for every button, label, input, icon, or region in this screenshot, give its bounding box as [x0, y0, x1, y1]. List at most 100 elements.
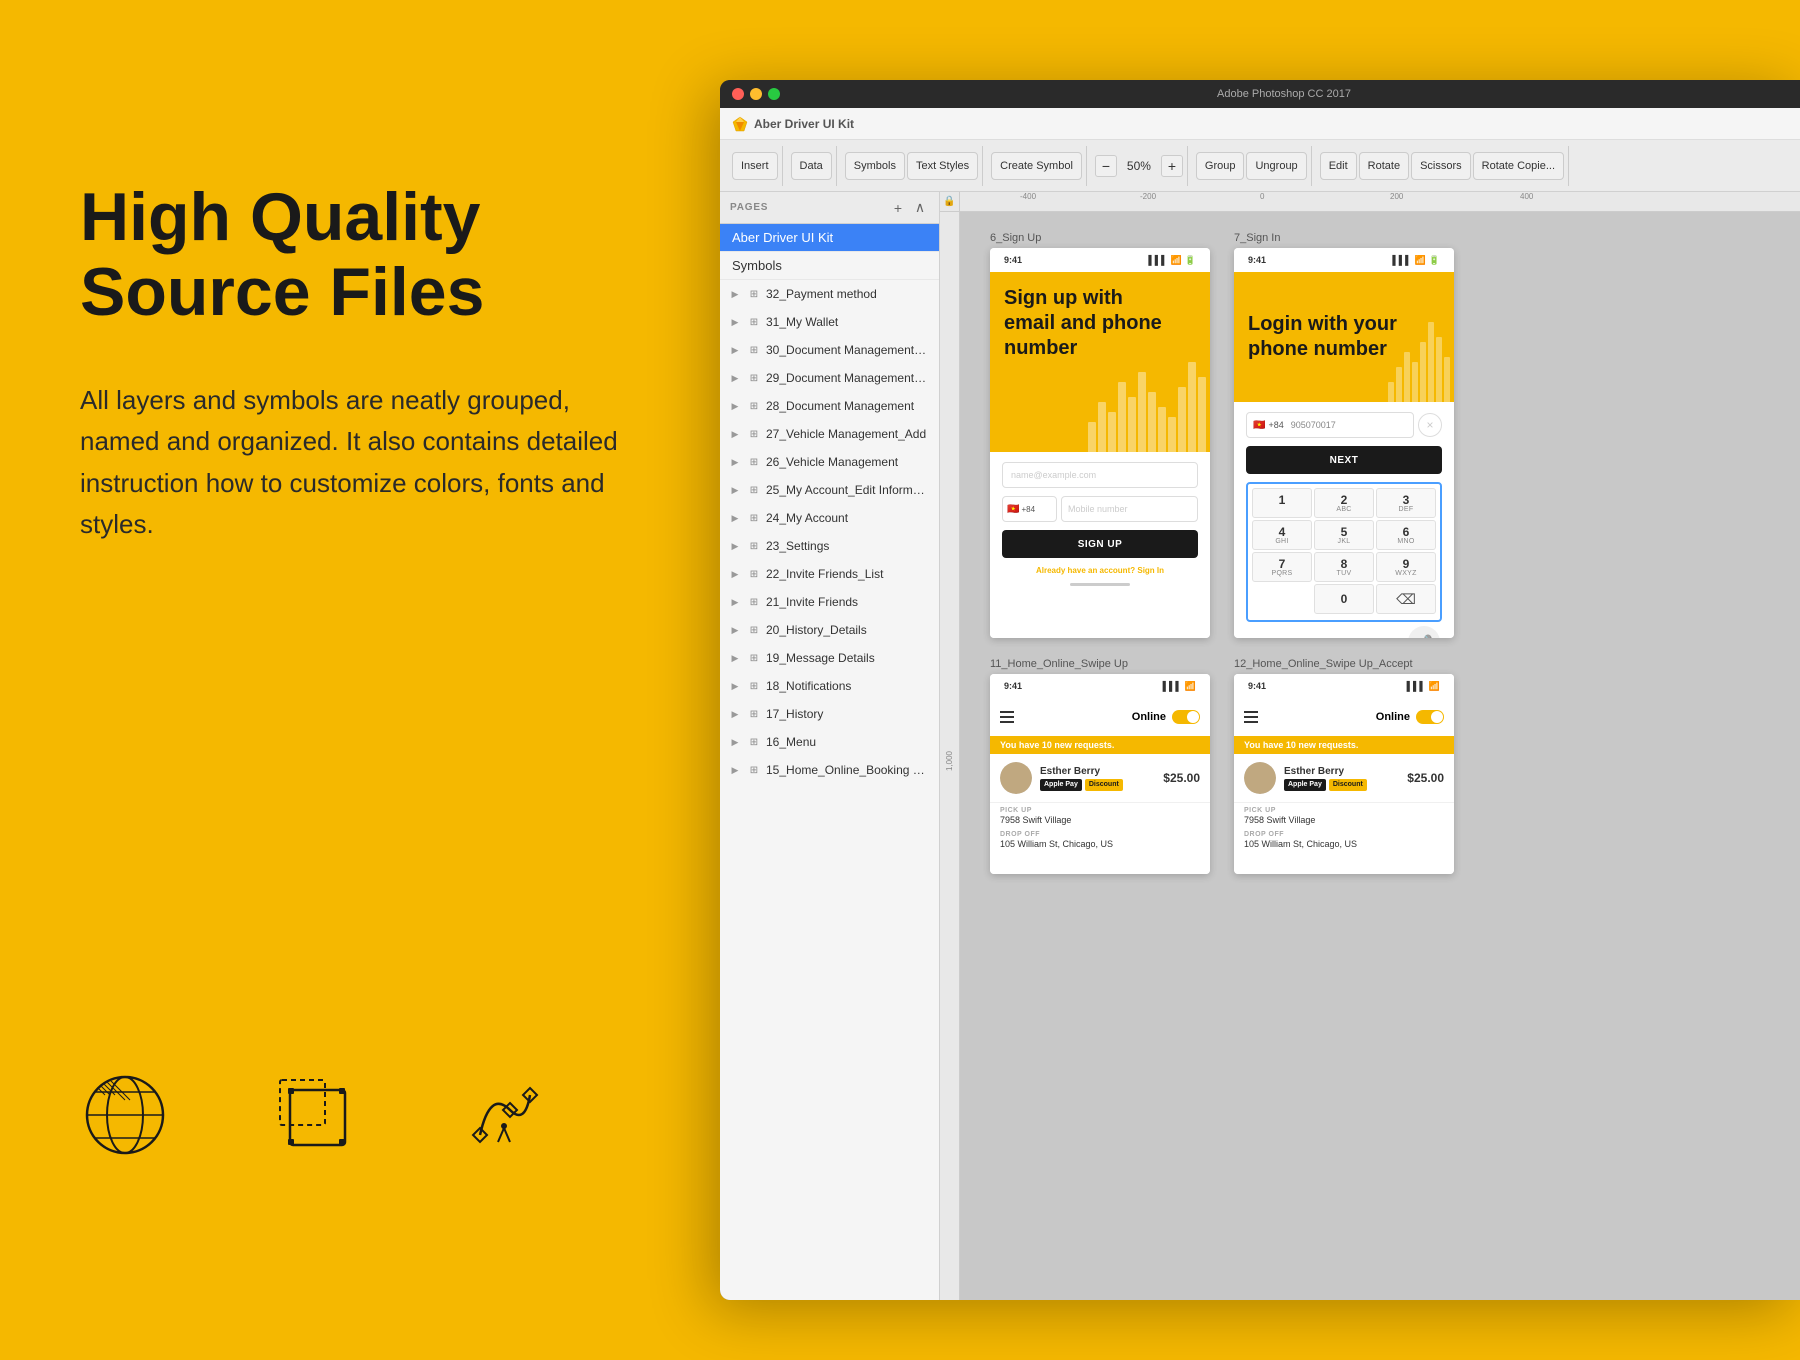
artboard-label-login: 7_Sign In	[1234, 232, 1454, 244]
rider-name: Esther Berry	[1040, 766, 1155, 777]
login-hero: Login with yourphone number	[1234, 272, 1454, 402]
layer-21[interactable]: ▶ ⊞ 21_Invite Friends	[720, 588, 939, 616]
toolbar-zoom-group: − 50% +	[1091, 146, 1188, 186]
key-backspace[interactable]: ⌫	[1376, 584, 1436, 614]
expand-icon: ▶	[728, 371, 742, 385]
battery-icon: 🔋	[1185, 255, 1196, 266]
close-button[interactable]	[732, 88, 744, 100]
signin-link-text[interactable]: Sign In	[1137, 566, 1164, 575]
layer-28[interactable]: ▶ ⊞ 28_Document Management	[720, 392, 939, 420]
key-0[interactable]: 0	[1314, 584, 1374, 614]
rotate-copies-button[interactable]: Rotate Copie...	[1473, 152, 1564, 180]
scissors-button[interactable]: Scissors	[1411, 152, 1471, 180]
expand-icon: ▶	[728, 287, 742, 301]
bar	[1198, 377, 1206, 452]
layer-32[interactable]: ▶ ⊞ 32_Payment method	[720, 280, 939, 308]
key-4[interactable]: 4 GHI	[1252, 520, 1312, 550]
layer-19[interactable]: ▶ ⊞ 19_Message Details	[720, 644, 939, 672]
layer-18[interactable]: ▶ ⊞ 18_Notifications	[720, 672, 939, 700]
collapse-pages-button[interactable]: ∧	[911, 199, 929, 217]
key-9[interactable]: 9 WXYZ	[1376, 552, 1436, 582]
clear-button[interactable]: ×	[1418, 413, 1442, 437]
layer-30[interactable]: ▶ ⊞ 30_Document Management_Add a...	[720, 336, 939, 364]
create-symbol-button[interactable]: Create Symbol	[991, 152, 1082, 180]
home1-artboard: 9:41 ▌▌▌ 📶	[990, 674, 1210, 874]
key-alpha: PQRS	[1271, 570, 1292, 577]
expand-icon: ▶	[728, 315, 742, 329]
data-button[interactable]: Data	[791, 152, 832, 180]
toolbar-symbols-group: Symbols Text Styles	[841, 146, 983, 186]
text-styles-button[interactable]: Text Styles	[907, 152, 978, 180]
page-item-aber-driver[interactable]: Aber Driver UI Kit	[720, 224, 939, 252]
layer-type-icon: ⊞	[746, 706, 762, 722]
edit-button[interactable]: Edit	[1320, 152, 1357, 180]
email-input[interactable]: name@example.com	[1002, 462, 1198, 488]
insert-button[interactable]: Insert	[732, 152, 778, 180]
signal-icon: ▌▌▌	[1407, 681, 1426, 691]
bar	[1436, 337, 1442, 402]
key-3[interactable]: 3 DEF	[1376, 488, 1436, 518]
bar	[1098, 402, 1106, 452]
group-button[interactable]: Group	[1196, 152, 1245, 180]
online-toggle[interactable]	[1172, 710, 1200, 724]
layer-25[interactable]: ▶ ⊞ 25_My Account_Edit Information	[720, 476, 939, 504]
layer-20[interactable]: ▶ ⊞ 20_History_Details	[720, 616, 939, 644]
phone-input-login[interactable]: 🇻🇳 +84 905070017	[1246, 412, 1414, 438]
maximize-button[interactable]	[768, 88, 780, 100]
layer-24[interactable]: ▶ ⊞ 24_My Account	[720, 504, 939, 532]
rotate-button[interactable]: Rotate	[1359, 152, 1409, 180]
country-select[interactable]: 🇻🇳 +84	[1002, 496, 1057, 522]
hamburger-menu-2[interactable]	[1244, 711, 1258, 723]
key-5[interactable]: 5 JKL	[1314, 520, 1374, 550]
canvas-content: 6_Sign Up 9:41 ▌▌▌ 📶 🔋	[960, 212, 1800, 1300]
key-6[interactable]: 6 MNO	[1376, 520, 1436, 550]
online-text: Online	[1132, 711, 1166, 723]
hamburger-menu[interactable]	[1000, 711, 1014, 723]
ruler-tick: -200	[1140, 192, 1156, 201]
expand-icon: ▶	[728, 623, 742, 637]
login-artboard: 9:41 ▌▌▌ 📶 🔋	[1234, 248, 1454, 638]
layer-23[interactable]: ▶ ⊞ 23_Settings	[720, 532, 939, 560]
signup-button[interactable]: SIGN UP	[1002, 530, 1198, 558]
pickup-value: 7958 Swift Village	[1000, 815, 1200, 825]
selection-icon	[270, 1070, 360, 1160]
key-7[interactable]: 7 PQRS	[1252, 552, 1312, 582]
layer-26[interactable]: ▶ ⊞ 26_Vehicle Management	[720, 448, 939, 476]
layer-type-icon: ⊞	[746, 342, 762, 358]
page-item-label: Symbols	[732, 258, 782, 273]
payment-badges: Apple Pay Discount	[1040, 779, 1155, 791]
minimize-button[interactable]	[750, 88, 762, 100]
mic-button[interactable]: 🎤	[1408, 626, 1440, 638]
bar	[1138, 372, 1146, 452]
phone-input[interactable]: Mobile number	[1061, 496, 1198, 522]
symbols-button[interactable]: Symbols	[845, 152, 905, 180]
layer-15[interactable]: ▶ ⊞ 15_Home_Online_Booking Details_G...	[720, 756, 939, 784]
key-8[interactable]: 8 TUV	[1314, 552, 1374, 582]
key-2[interactable]: 2 ABC	[1314, 488, 1374, 518]
layer-22[interactable]: ▶ ⊞ 22_Invite Friends_List	[720, 560, 939, 588]
layer-27[interactable]: ▶ ⊞ 27_Vehicle Management_Add	[720, 420, 939, 448]
bar	[1158, 407, 1166, 452]
layer-31[interactable]: ▶ ⊞ 31_My Wallet	[720, 308, 939, 336]
layer-16[interactable]: ▶ ⊞ 16_Menu	[720, 728, 939, 756]
signup-hero: Sign up withemail and phonenumber	[990, 272, 1210, 452]
layer-name: 18_Notifications	[766, 679, 931, 693]
ruler-tick: -400	[1020, 192, 1036, 201]
phone-input-row: 🇻🇳 +84 Mobile number	[1002, 496, 1198, 522]
online-status: Online	[1132, 710, 1200, 724]
layer-type-icon: ⊞	[746, 510, 762, 526]
layer-29[interactable]: ▶ ⊞ 29_Document Management_Add a...	[720, 364, 939, 392]
page-item-symbols[interactable]: Symbols	[720, 252, 939, 280]
layer-17[interactable]: ▶ ⊞ 17_History	[720, 700, 939, 728]
add-page-button[interactable]: +	[889, 199, 907, 217]
pages-header: PAGES + ∧	[720, 192, 939, 224]
bar	[1118, 382, 1126, 452]
signal-icon: ▌▌▌	[1392, 255, 1411, 265]
zoom-out-button[interactable]: −	[1095, 155, 1117, 177]
ungroup-button[interactable]: Ungroup	[1246, 152, 1306, 180]
key-1[interactable]: 1	[1252, 488, 1312, 518]
next-button[interactable]: NEXT	[1246, 446, 1442, 474]
keypad-row-4: 0 ⌫	[1252, 584, 1436, 614]
online-toggle-2[interactable]	[1416, 710, 1444, 724]
zoom-in-button[interactable]: +	[1161, 155, 1183, 177]
